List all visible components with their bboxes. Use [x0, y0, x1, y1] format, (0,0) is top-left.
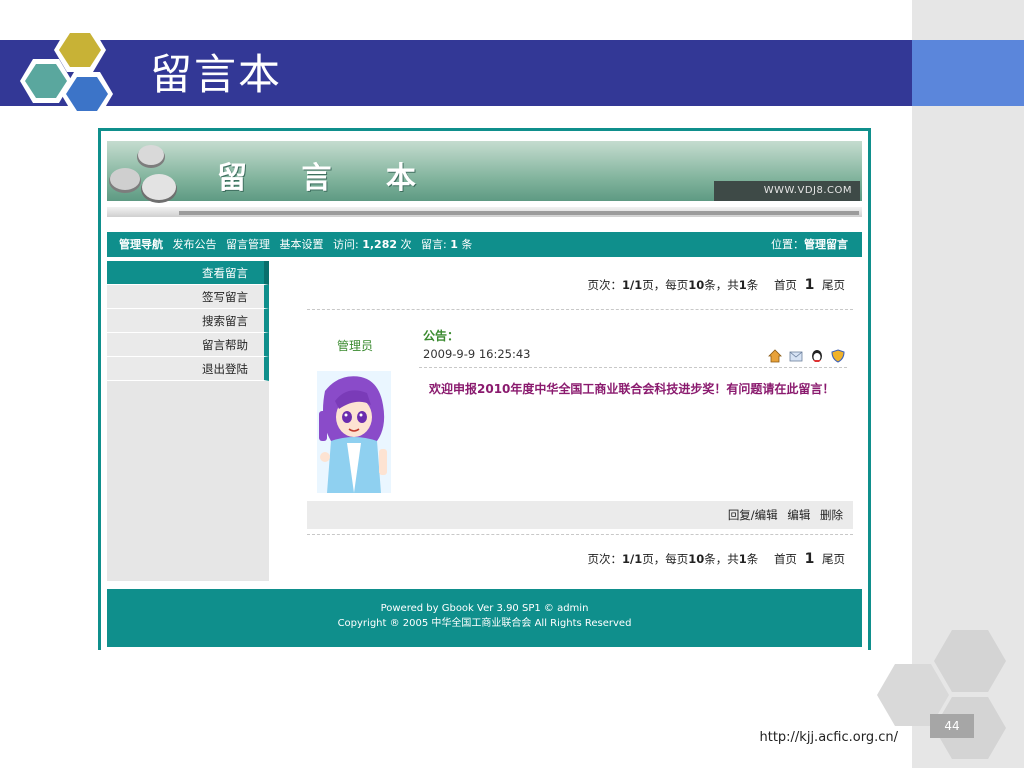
pager-total-unit: 条	[746, 278, 759, 292]
guestbook-screenshot: 留 言 本 WWW.VDJ8.COM 管理导航 发布公告 留言管理 基本设置 访…	[98, 128, 871, 650]
breadcrumb: 位置：管理留言	[771, 232, 848, 257]
divider	[307, 309, 853, 310]
sidebar-item-search-messages[interactable]: 搜索留言	[107, 309, 269, 333]
pager-top: 页次：1/1页，每页10条，共1条 首页 1 尾页	[307, 273, 853, 297]
pager-per-page: 10	[688, 552, 705, 566]
admin-nav-bar: 管理导航 发布公告 留言管理 基本设置 访问: 1,282 次 留言: 1 条 …	[107, 232, 862, 257]
qq-icon[interactable]	[810, 348, 824, 367]
pager-last-link[interactable]: 尾页	[822, 278, 845, 292]
guestbook-logo-title: 留 言 本	[217, 161, 438, 196]
reply-edit-link[interactable]: 回复/编辑	[728, 508, 778, 522]
site-url-badge[interactable]: WWW.VDJ8.COM	[713, 181, 860, 201]
pager-first-link[interactable]: 首页	[774, 552, 797, 566]
pager-last-link[interactable]: 尾页	[822, 552, 845, 566]
guestbook-footer: Powered by Gbook Ver 3.90 SP1 © admin Co…	[107, 589, 862, 647]
pager-per-page: 10	[688, 278, 705, 292]
page-title: 留言本	[150, 50, 283, 99]
pager-label: 页次：	[587, 278, 623, 292]
visits-unit: 次	[400, 238, 412, 251]
pager-page-unit: 页，每页	[642, 552, 689, 566]
footer-copyright: Copyright ® 2005 中华全国工商业联合会 All Rights R…	[337, 618, 632, 629]
messages-count: 1	[450, 238, 458, 251]
sidebar: 查看留言 签写留言 搜索留言 留言帮助 退出登陆	[107, 261, 269, 581]
metal-disc-logo-icon	[109, 145, 177, 203]
delete-link[interactable]: 删除	[820, 508, 843, 522]
footer-powered-by: Powered by Gbook Ver 3.90 SP1 © admin	[380, 603, 589, 614]
pager-current: 1/1	[622, 278, 643, 292]
location-label: 位置：	[771, 238, 804, 251]
post-body: 欢迎申报2010年度中华全国工商业联合会科技进步奖！有问题请在此留言！	[429, 382, 835, 396]
visits-count: 1,282	[362, 238, 398, 251]
decorative-hexagons-icon	[877, 630, 1006, 759]
nav-manage-messages[interactable]: 留言管理	[226, 238, 270, 251]
sidebar-item-view-messages[interactable]: 查看留言	[107, 261, 269, 285]
pager-page-link[interactable]: 1	[805, 551, 815, 567]
location-value: 管理留言	[804, 238, 848, 251]
pager-label: 页次：	[587, 552, 623, 566]
pager-current: 1/1	[622, 552, 643, 566]
slide: 留言本 留 言 本 WWW.VDJ8.COM 管理导航 发布公告 留言管理 基本	[0, 0, 1024, 768]
post-actions: 回复/编辑 编辑 删除	[307, 501, 853, 529]
notice-label: 公告：	[423, 329, 460, 343]
pager-page-unit: 页，每页	[642, 278, 689, 292]
post-icons	[766, 347, 845, 363]
pager-per-page-unit: 条，共	[704, 278, 739, 292]
visits-label: 访问:	[333, 238, 359, 251]
shield-icon[interactable]	[831, 348, 845, 367]
pager-total: 1	[738, 552, 747, 566]
pager-total-unit: 条	[746, 552, 759, 566]
pager-bottom: 页次：1/1页，每页10条，共1条 首页 1 尾页	[307, 547, 853, 571]
sidebar-item-help[interactable]: 留言帮助	[107, 333, 269, 357]
sidebar-item-logout[interactable]: 退出登陆	[107, 357, 269, 381]
pager-total: 1	[738, 278, 747, 292]
messages-unit: 条	[461, 238, 473, 251]
hexagon-logo-icon	[20, 28, 113, 116]
nav-left: 管理导航 发布公告 留言管理 基本设置 访问: 1,282 次 留言: 1 条	[119, 232, 472, 257]
messages-label: 留言:	[421, 238, 447, 251]
message-list: 页次：1/1页，每页10条，共1条 首页 1 尾页 管理员 公告： 2009-9…	[307, 261, 853, 591]
right-accent-bar	[912, 40, 1024, 106]
divider	[307, 534, 853, 535]
nav-admin-nav[interactable]: 管理导航	[119, 238, 163, 251]
pager-first-link[interactable]: 首页	[774, 278, 797, 292]
edit-link[interactable]: 编辑	[787, 508, 810, 522]
footer-url[interactable]: http://kjj.acfic.org.cn/	[720, 730, 898, 745]
pager-page-link[interactable]: 1	[805, 277, 815, 293]
guestbook-header: 留 言 本 WWW.VDJ8.COM	[107, 137, 862, 225]
home-icon[interactable]	[767, 348, 782, 367]
nav-publish-notice[interactable]: 发布公告	[173, 238, 217, 251]
pager-per-page-unit: 条，共	[704, 552, 739, 566]
nav-basic-settings[interactable]: 基本设置	[280, 238, 324, 251]
post-author: 管理员	[337, 339, 374, 353]
page-number: 44	[930, 714, 974, 738]
sidebar-item-write-message[interactable]: 签写留言	[107, 285, 269, 309]
post-timestamp: 2009-9-9 16:25:43	[423, 347, 531, 361]
post-divider	[419, 367, 847, 368]
email-icon[interactable]	[789, 348, 803, 367]
avatar	[317, 371, 391, 493]
header-rail-inner	[179, 211, 859, 215]
